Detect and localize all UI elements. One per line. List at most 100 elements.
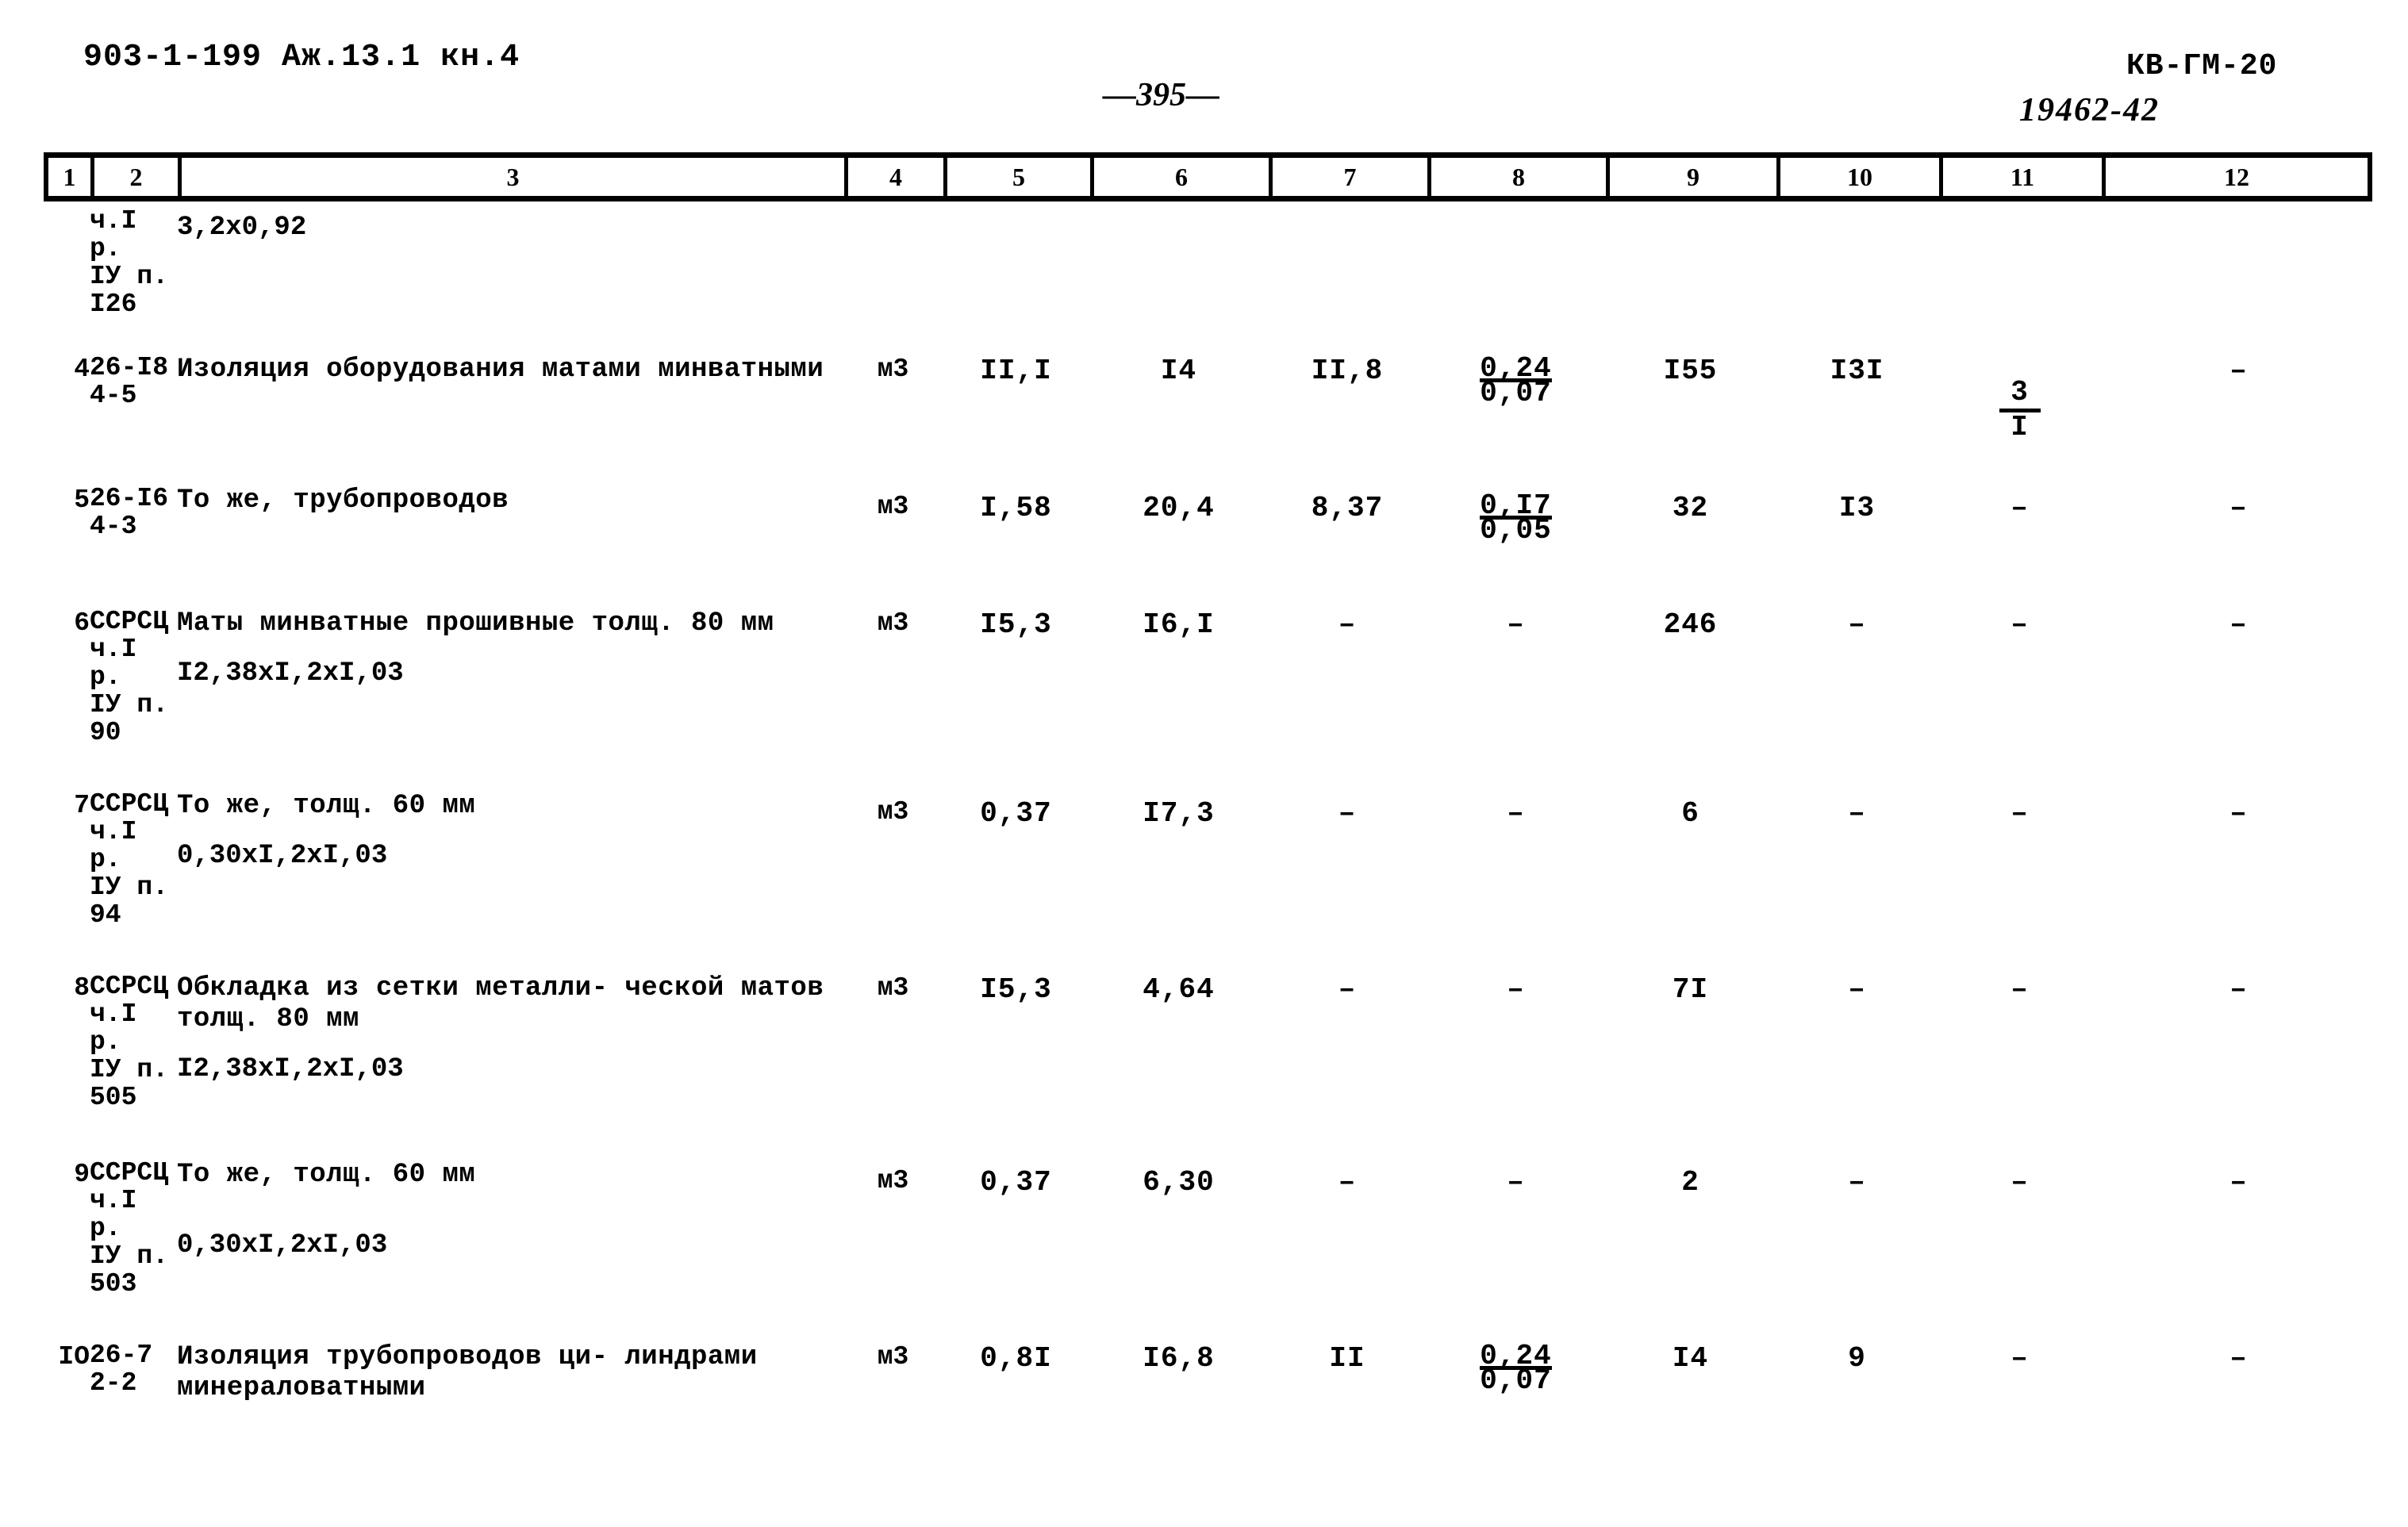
row-description: 3,2х0,92 [177,208,843,355]
row-number: 9 [74,1160,90,1189]
row-description: То же, толщ. 60 мм 0,30хI,2хI,03 [177,1160,843,1342]
row-value-6: I6,8 [1143,1342,1215,1375]
row-number: 5 [74,485,90,515]
row-value-5: I5,3 [980,973,1052,1006]
row-unit: м3 [877,608,909,638]
row-norm-code: ССРСЦ ч.I р. IУ п. 94 [90,789,169,930]
row-value-8: – [1507,797,1525,830]
row-description-text: То же, трубопроводов [177,485,509,516]
row-value-6: I6,I [1143,608,1215,641]
row-norm-code: 26-I8 4-5 [90,353,169,410]
row-norm-code: ч.I р. IУ п. I26 [90,206,169,319]
row-description-text: Маты минватные прошивные толщ. 80 мм [177,608,774,639]
row-value-9 [1605,208,1776,355]
row-value-9: I55 [1663,355,1718,387]
row-norm-code: ССРСЦ ч.I р. IУ п. 90 [90,607,169,747]
row-value-5: I,58 [980,492,1052,524]
row-value-8: – [1507,608,1525,641]
row-description-text: Обкладка из сетки металли- ческой матов … [177,973,824,1034]
row-description: Обкладка из сетки металли- ческой матов … [177,973,843,1160]
column-header-4: 4 [848,158,947,196]
fraction-numerator: 3 [2011,376,2029,409]
row-unit: м3 [877,1342,909,1372]
row-value-12: – [2229,973,2248,1006]
page-number: —395— [1103,77,1219,113]
column-header-3: 3 [182,158,848,196]
row-value-10: I3I [1830,355,1884,387]
row-number: 8 [74,973,90,1003]
row-value-8: – [1507,1166,1525,1199]
row-value-10: – [1848,1166,1866,1199]
row-value-11: – [2011,797,2029,830]
row-value-12: – [2229,797,2248,830]
row-value-11: – [2011,492,2029,524]
column-header-8: 8 [1431,158,1610,196]
fraction: 3 I [1999,378,2041,442]
row-description: Изоляция оборудования матами минватными [177,355,843,485]
row-value-5: II,I [980,355,1052,387]
row-value-7: II [1329,1342,1365,1375]
row-value-11 [1938,208,2101,355]
row-value-10: 9 [1848,1342,1866,1375]
row-dimensions: 3,2х0,92 [177,213,307,243]
row-dimensions: 0,30хI,2хI,03 [177,1230,388,1260]
row-value-12: – [2229,355,2248,387]
table-column-header-row: 1 2 3 4 5 6 7 8 9 10 11 12 [44,152,2372,201]
fraction: 0,24 0,07 [1480,1342,1552,1397]
row-value-9: 2 [1681,1166,1699,1199]
row-description-text: То же, толщ. 60 мм [177,791,476,821]
row-number: IO [58,1342,90,1372]
row-value-12: – [2229,608,2248,641]
row-value-6: 4,64 [1143,973,1215,1006]
row-value-10: – [1848,797,1866,830]
row-norm-code: ССРСЦ ч.I р. IУ п. 503 [90,1158,169,1299]
row-value-7: II,8 [1311,355,1384,387]
table-row: IO 26-7 2-2 Изоляция трубопроводов ци- л… [44,1341,2376,1477]
row-description-text: То же, толщ. 60 мм [177,1160,476,1190]
row-value-11: – [2011,973,2029,1006]
row-value-7: – [1338,1166,1357,1199]
row-value-11: 3 I [1938,355,2101,485]
row-value-10: – [1848,973,1866,1006]
row-value-8 [1427,208,1605,355]
row-number: 6 [74,608,90,638]
row-value-5: 0,37 [980,1166,1052,1199]
row-unit: м3 [877,355,909,384]
row-value-5: 0,37 [980,797,1052,830]
column-header-2: 2 [94,158,182,196]
row-description-text: Изоляция трубопроводов ци- линдрами мине… [177,1342,758,1403]
row-value-9: 7I [1672,973,1709,1006]
table-row: 6 ССРСЦ ч.I р. IУ п. 90 Маты минватные п… [44,608,2376,791]
row-norm-code: ССРСЦ ч.I р. IУ п. 505 [90,972,169,1112]
row-value-5: I5,3 [980,608,1052,641]
row-value-8: 0,24 0,07 [1427,355,1605,485]
column-header-6: 6 [1094,158,1273,196]
row-dimensions: I2,38хI,2хI,03 [177,658,404,689]
row-description: Изоляция трубопроводов ци- линдрами мине… [177,1342,843,1477]
column-header-9: 9 [1610,158,1780,196]
fraction-denominator: 0,05 [1480,514,1552,547]
row-unit: м3 [877,973,909,1003]
column-header-10: 10 [1780,158,1943,196]
table-row: 9 ССРСЦ ч.I р. IУ п. 503 То же, толщ. 60… [44,1158,2376,1342]
row-value-9: 32 [1672,492,1709,524]
row-description: То же, толщ. 60 мм 0,30хI,2хI,03 [177,791,843,973]
row-description-text: Изоляция оборудования матами минватными [177,355,824,385]
row-dimensions: 0,30хI,2хI,03 [177,840,388,871]
row-number: 7 [74,791,90,820]
table-row: 7 ССРСЦ ч.I р. IУ п. 94 То же, толщ. 60 … [44,789,2376,973]
row-value-7 [1268,208,1427,355]
row-value-8: 0,I7 0,05 [1427,485,1605,608]
row-number: 4 [74,355,90,384]
row-value-12: – [2229,492,2248,524]
fraction-denominator: 0,07 [1480,1364,1552,1397]
column-header-5: 5 [947,158,1094,196]
row-value-7: – [1338,973,1357,1006]
row-dimensions: I2,38хI,2хI,03 [177,1053,404,1084]
row-number [44,208,90,355]
row-value-9: 246 [1663,608,1718,641]
row-unit: м3 [877,492,909,521]
row-unit: м3 [877,797,909,827]
column-header-11: 11 [1943,158,2106,196]
row-description: Маты минватные прошивные толщ. 80 мм I2,… [177,608,843,791]
